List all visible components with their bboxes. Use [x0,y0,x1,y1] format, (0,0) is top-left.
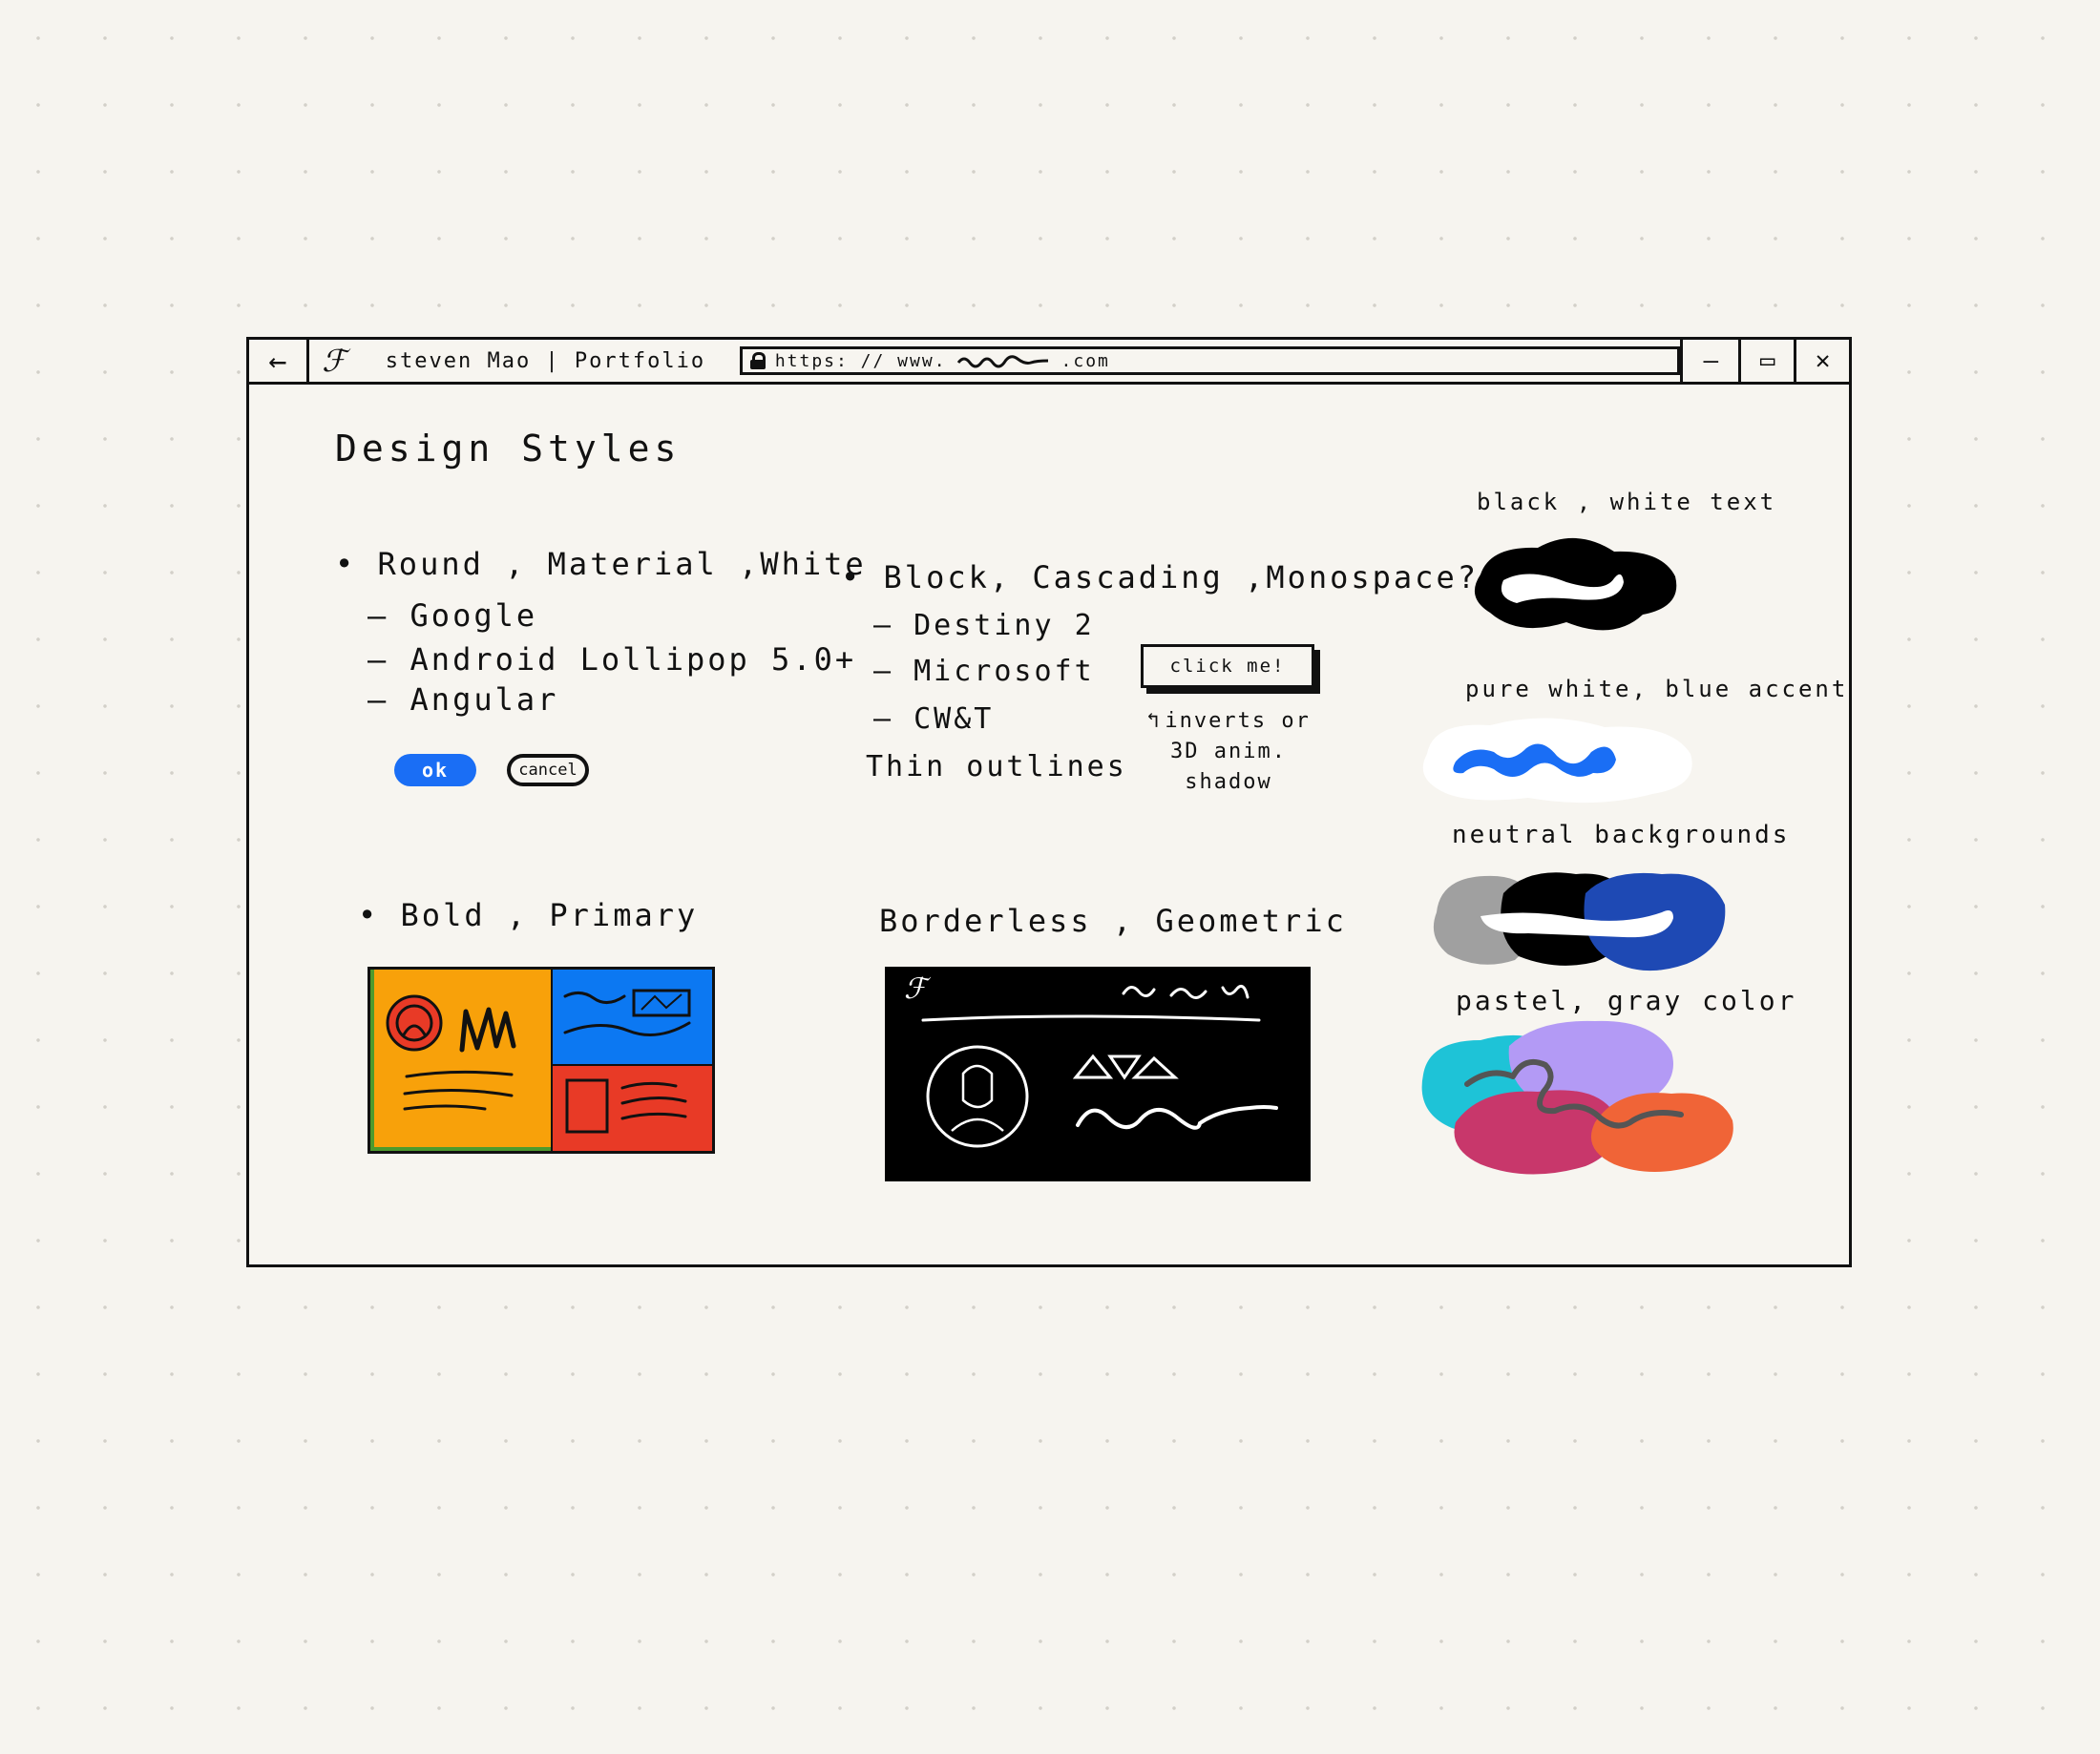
avatar-icon [386,994,443,1052]
round-style-title: • Round , Material ,White [335,546,867,582]
block-item-cwt: – CW&T [873,702,995,736]
url-squiggle [956,355,1048,368]
swatch-white-blue [1422,718,1692,804]
site-logo-icon: ℱ [322,343,346,379]
minimize-icon: – [1703,346,1719,375]
bold-mockup-drawing [370,970,712,1151]
curved-arrow-icon: ↰ [1146,709,1162,733]
cancel-button[interactable]: cancel [507,754,589,786]
block-item-microsoft: – Microsoft [873,655,1095,688]
arrow-left-icon: ← [268,343,287,379]
annotation-line-1: inverts or [1165,709,1311,733]
geometric-mockup-drawing [921,984,1278,1148]
url-text: https: // www. [774,350,947,371]
close-icon: ✕ [1815,346,1831,375]
back-button[interactable]: ← [249,340,309,382]
swatch-neutral [1433,872,1726,971]
page-title: Design Styles [335,428,682,470]
block-item-destiny: – Destiny 2 [873,609,1095,642]
minimize-button[interactable]: – [1680,340,1738,382]
click-me-button[interactable]: click me! [1141,644,1314,688]
annotation-line-2: 3D anim. [1170,740,1287,763]
orange-panel [370,970,552,1151]
profile-avatar-icon [926,1045,1029,1148]
block-style-title: • Block, Cascading ,Monospace? [841,559,1479,595]
geometric-style-title: Borderless , Geometric [879,903,1347,939]
blue-panel [552,970,712,1065]
geo-logo-icon: ℱ [904,972,927,1006]
block-note: Thin outlines [866,750,1127,783]
bold-primary-mockup [368,967,715,1154]
triangles-icon [1072,1054,1179,1080]
browser-titlebar: ← ℱ steven Mao | Portfolio https: // www… [249,340,1849,385]
button-annotation: ↰ inverts or 3D anim. shadow [1143,706,1314,798]
palette-label-black: black , white text [1477,489,1777,515]
round-item-angular: – Angular [368,681,559,718]
bold-style-title: • Bold , Primary [358,897,699,933]
browser-window: ← ℱ steven Mao | Portfolio https: // www… [246,337,1852,1267]
palette-label-white: pure white, blue accent [1465,676,1849,702]
maximize-icon: ▭ [1759,346,1775,375]
green-edge [370,970,374,1151]
lock-icon [749,352,766,369]
url-bar[interactable]: https: // www. .com [739,346,1681,375]
annotation-line-3: shadow [1185,770,1272,794]
swatch-black-white [1474,537,1677,631]
maximize-button[interactable]: ▭ [1738,340,1794,382]
swatch-pastel [1421,1020,1733,1175]
close-button[interactable]: ✕ [1794,340,1849,382]
green-edge-bottom [370,1147,552,1151]
round-item-google: – Google [368,597,538,634]
palette-label-neutral: neutral backgrounds [1452,821,1791,849]
tab-title[interactable]: steven Mao | Portfolio [359,340,740,382]
round-item-android: – Android Lollipop 5.0+ [368,641,857,678]
ok-button[interactable]: ok [394,754,476,786]
url-suffix: .com [1060,350,1110,371]
geometric-mockup: ℱ [885,967,1311,1181]
